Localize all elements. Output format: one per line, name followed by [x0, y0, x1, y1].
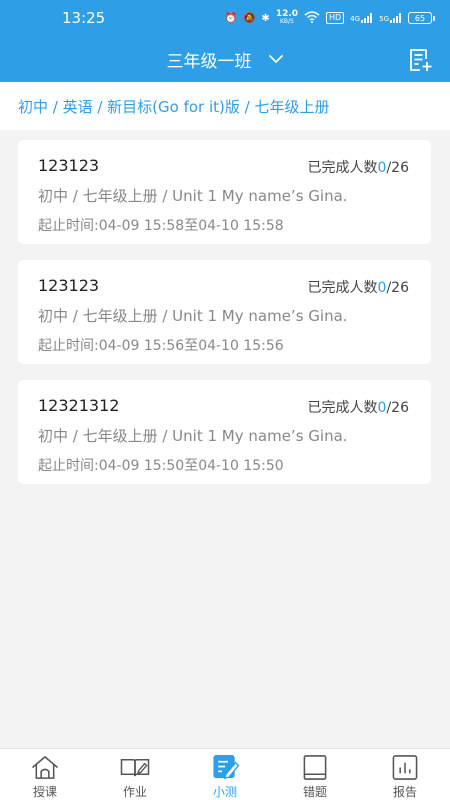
test-path: 初中 / 七年级上册 / Unit 1 My name’s Gina.	[38, 427, 348, 445]
breadcrumb[interactable]: 初中 / 英语 / 新目标(Go for it)版 / 七年级上册	[0, 82, 450, 130]
mute-icon: 🔕	[242, 12, 256, 24]
net-speed-unit: KB/S	[279, 18, 294, 25]
app-bar: 三年级一班	[0, 36, 450, 82]
report-icon	[392, 755, 418, 780]
nav-item-quiz[interactable]: 小测	[180, 749, 270, 800]
signal-5g-label: 5G	[379, 15, 389, 23]
completion-label: 已完成人数	[307, 400, 378, 416]
completion-count: 已完成人数0/26	[308, 277, 409, 297]
completion-label: 已完成人数	[307, 280, 378, 296]
signal-4g-label: 4G	[350, 15, 361, 23]
wifi-icon	[304, 10, 320, 26]
book-icon	[120, 759, 150, 777]
test-card[interactable]: 12321312 已完成人数0/26 初中 / 七年级上册 / Unit 1 M…	[18, 380, 431, 484]
battery-icon: 65	[408, 12, 435, 24]
test-name: 123123	[38, 156, 100, 175]
test-time-range: 起止时间:04-09 15:50至04-10 15:50	[38, 458, 284, 474]
signal-bars-icon	[361, 13, 373, 23]
nav-label: 小测	[212, 785, 237, 799]
hd-badge: HD	[326, 12, 345, 24]
nav-label: 授课	[32, 785, 57, 799]
add-test-icon[interactable]	[406, 46, 434, 74]
test-time-range: 起止时间:04-09 15:56至04-10 15:56	[38, 338, 284, 354]
net-speed-value: 12.0	[275, 9, 299, 19]
nav-item-homework[interactable]: 作业	[90, 749, 180, 800]
nav-item-report[interactable]: 报告	[360, 749, 450, 800]
total-number: /26	[386, 400, 409, 416]
test-card[interactable]: 123123 已完成人数0/26 初中 / 七年级上册 / Unit 1 My …	[18, 260, 431, 364]
signal-4g: 4G	[350, 13, 373, 23]
bottom-nav: 授课 作业 小测 错题 报告	[0, 748, 450, 800]
status-icons: ⏰ 🔕 ✱ 12.0 KB/S HD 4G 5G 65	[224, 10, 435, 26]
nav-item-teaching[interactable]: 授课	[0, 749, 90, 800]
class-name: 三年级一班	[166, 51, 252, 72]
total-number: /26	[386, 280, 409, 296]
test-name: 12321312	[38, 396, 120, 415]
test-path: 初中 / 七年级上册 / Unit 1 My name’s Gina.	[38, 307, 348, 325]
bluetooth-icon: ✱	[261, 12, 270, 24]
test-path: 初中 / 七年级上册 / Unit 1 My name’s Gina.	[38, 187, 348, 205]
completion-label: 已完成人数	[307, 160, 378, 176]
signal-5g: 5G	[379, 13, 402, 23]
completion-count: 已完成人数0/26	[308, 397, 409, 417]
test-card[interactable]: 123123 已完成人数0/26 初中 / 七年级上册 / Unit 1 My …	[18, 140, 431, 244]
chevron-down-icon	[268, 55, 283, 63]
completion-count: 已完成人数0/26	[308, 157, 409, 177]
nav-item-mistakes[interactable]: 错题	[270, 749, 360, 800]
home-icon	[31, 756, 59, 779]
nav-label: 报告	[392, 785, 417, 799]
net-speed: 12.0 KB/S	[276, 10, 298, 26]
total-number: /26	[386, 160, 409, 176]
status-time: 13:25	[62, 9, 106, 27]
battery-level: 65	[414, 13, 426, 23]
test-list: 123123 已完成人数0/26 初中 / 七年级上册 / Unit 1 My …	[18, 140, 431, 500]
nav-label: 错题	[302, 785, 327, 799]
status-bar: 13:25 ⏰ 🔕 ✱ 12.0 KB/S HD 4G 5G 65	[0, 0, 450, 36]
notebook-icon	[303, 755, 327, 780]
test-time-range: 起止时间:04-09 15:58至04-10 15:58	[38, 218, 284, 234]
test-name: 123123	[38, 276, 100, 295]
class-selector[interactable]: 三年级一班	[167, 47, 284, 72]
alarm-icon: ⏰	[224, 12, 237, 24]
signal-bars-icon	[390, 13, 401, 23]
quiz-icon	[213, 754, 240, 780]
nav-label: 作业	[122, 785, 147, 799]
